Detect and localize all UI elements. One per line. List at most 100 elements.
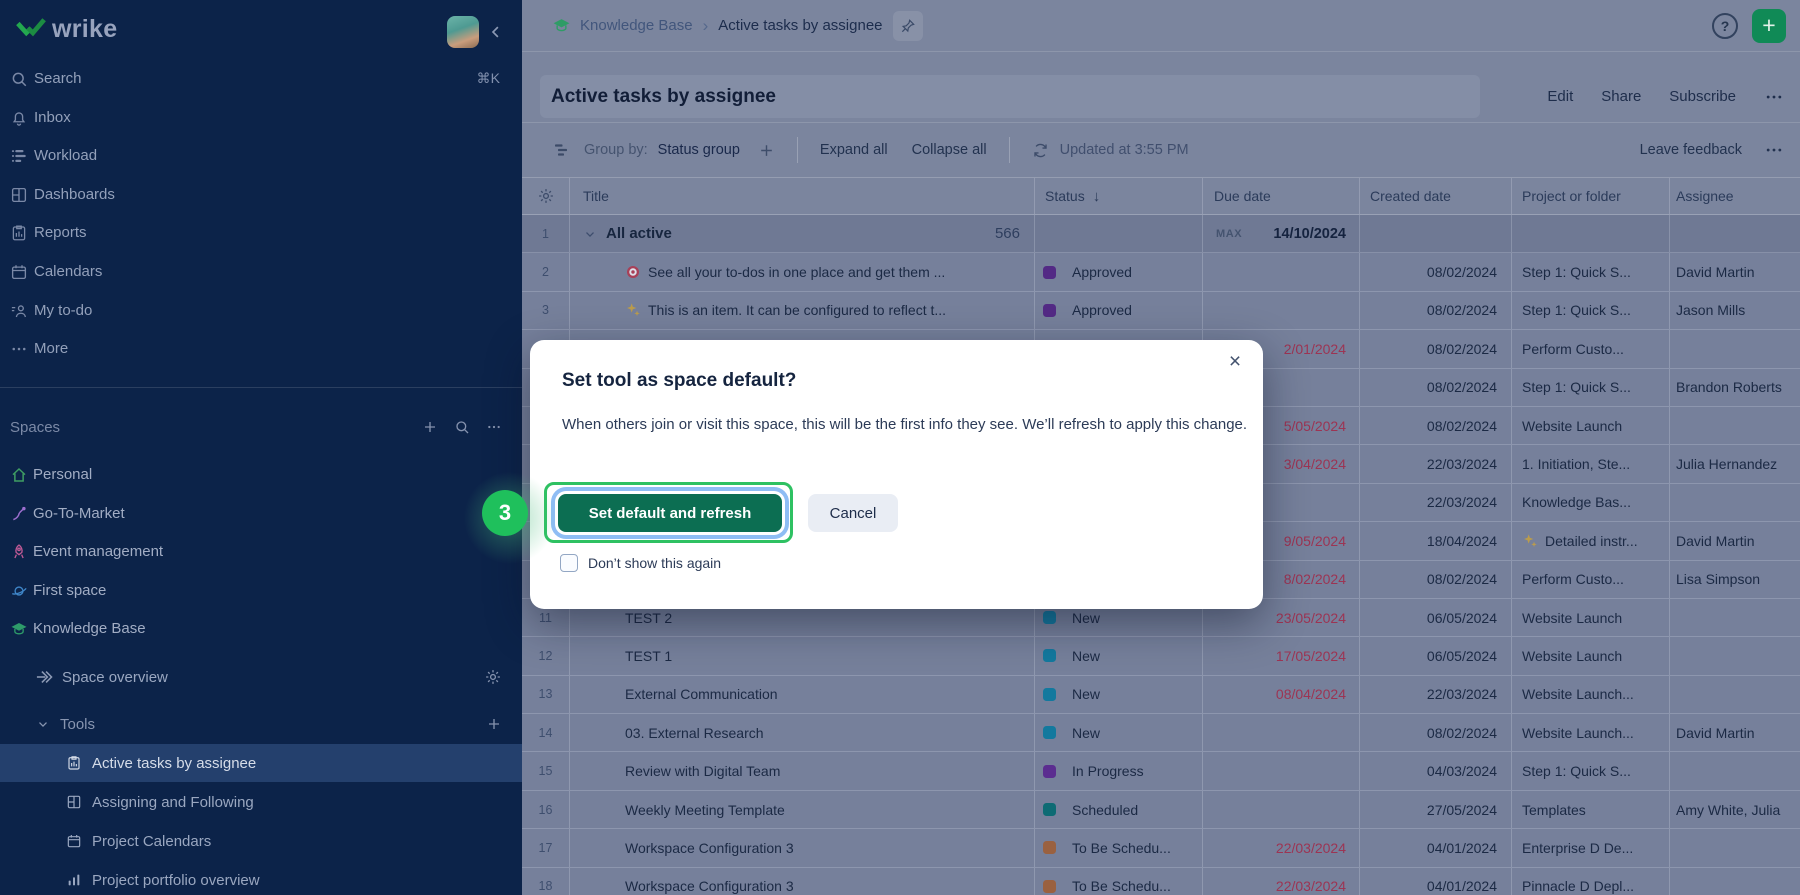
status-cell[interactable]: New bbox=[1035, 637, 1203, 674]
add-tool-icon[interactable] bbox=[486, 716, 502, 732]
assignee-cell[interactable]: David Martin bbox=[1670, 253, 1800, 290]
table-row[interactable]: 12TEST 1New17/05/202406/05/2024Website L… bbox=[522, 637, 1800, 675]
help-button[interactable]: ? bbox=[1712, 13, 1738, 39]
group-by-value[interactable]: Status group bbox=[658, 142, 740, 158]
sidebar-item-workload[interactable]: Workload bbox=[0, 136, 522, 175]
expand-all-button[interactable]: Expand all bbox=[820, 142, 888, 158]
table-row[interactable]: 1403. External ResearchNew08/02/2024Webs… bbox=[522, 714, 1800, 752]
table-group-row[interactable]: 1 All active 566 MAX 14/10/2024 bbox=[522, 215, 1800, 253]
project-cell[interactable]: Enterprise D De... bbox=[1512, 829, 1670, 866]
column-header-created-date[interactable]: Created date bbox=[1360, 178, 1512, 214]
created-date-cell[interactable]: 22/03/2024 bbox=[1360, 676, 1512, 713]
user-avatar[interactable] bbox=[447, 16, 479, 48]
project-cell[interactable]: Website Launch bbox=[1512, 637, 1670, 674]
assignee-cell[interactable]: Brandon Roberts bbox=[1670, 369, 1800, 406]
created-date-cell[interactable]: 08/02/2024 bbox=[1360, 330, 1512, 367]
project-cell[interactable]: Step 1: Quick S... bbox=[1512, 369, 1670, 406]
add-group-icon[interactable] bbox=[758, 142, 775, 159]
sidebar-space-knowledge-base[interactable]: Knowledge Base bbox=[0, 609, 522, 648]
due-date-cell[interactable]: 22/03/2024 bbox=[1203, 868, 1360, 895]
sidebar-item-assigning-and-following[interactable]: Assigning and Following bbox=[0, 783, 522, 821]
sidebar-item-search[interactable]: Search⌘K bbox=[0, 59, 522, 98]
breadcrumb-space-link[interactable]: Knowledge Base bbox=[580, 17, 693, 34]
refresh-icon[interactable] bbox=[1032, 142, 1049, 159]
table-row[interactable]: 15Review with Digital TeamIn Progress04/… bbox=[522, 752, 1800, 790]
created-date-cell[interactable]: 08/02/2024 bbox=[1360, 369, 1512, 406]
spaces-menu-icon[interactable] bbox=[486, 419, 502, 435]
due-date-cell[interactable]: 08/04/2024 bbox=[1203, 676, 1360, 713]
column-header-status[interactable]: Status↓ bbox=[1035, 178, 1203, 214]
assignee-cell[interactable]: Julia Hernandez bbox=[1670, 445, 1800, 482]
assignee-cell[interactable]: Jason Mills bbox=[1670, 292, 1800, 329]
table-row[interactable]: 2See all your to-dos in one place and ge… bbox=[522, 253, 1800, 291]
add-space-icon[interactable] bbox=[422, 419, 438, 435]
status-cell[interactable]: New bbox=[1035, 676, 1203, 713]
sidebar-space-first-space[interactable]: First space bbox=[0, 571, 522, 610]
task-title-cell[interactable]: 03. External Research bbox=[570, 714, 1035, 751]
project-cell[interactable]: Knowledge Bas... bbox=[1512, 484, 1670, 521]
created-date-cell[interactable]: 06/05/2024 bbox=[1360, 637, 1512, 674]
task-title-cell[interactable]: Workspace Configuration 3 bbox=[570, 868, 1035, 895]
created-date-cell[interactable]: 08/02/2024 bbox=[1360, 714, 1512, 751]
due-date-cell[interactable]: 22/03/2024 bbox=[1203, 829, 1360, 866]
gear-icon[interactable] bbox=[484, 668, 502, 686]
dont-show-again-checkbox[interactable] bbox=[560, 554, 578, 572]
project-cell[interactable]: 1. Initiation, Ste... bbox=[1512, 445, 1670, 482]
due-date-cell[interactable]: 17/05/2024 bbox=[1203, 637, 1360, 674]
sidebar-item-project-portfolio-overview[interactable]: Project portfolio overview bbox=[0, 861, 522, 895]
task-title-cell[interactable]: Weekly Meeting Template bbox=[570, 791, 1035, 828]
sidebar-item-calendars[interactable]: Calendars bbox=[0, 252, 522, 291]
created-date-cell[interactable]: 27/05/2024 bbox=[1360, 791, 1512, 828]
project-cell[interactable]: Templates bbox=[1512, 791, 1670, 828]
task-title-cell[interactable]: Workspace Configuration 3 bbox=[570, 829, 1035, 866]
table-row[interactable]: 3This is an item. It can be configured t… bbox=[522, 292, 1800, 330]
assignee-cell[interactable]: David Martin bbox=[1670, 522, 1800, 559]
created-date-cell[interactable]: 08/02/2024 bbox=[1360, 407, 1512, 444]
sidebar-item-dashboards[interactable]: Dashboards bbox=[0, 175, 522, 214]
collapse-sidebar-icon[interactable] bbox=[487, 23, 505, 41]
sidebar-item-reports[interactable]: Reports bbox=[0, 213, 522, 252]
toolbar-more-icon[interactable] bbox=[1764, 140, 1784, 160]
sidebar-item-inbox[interactable]: Inbox bbox=[0, 98, 522, 137]
create-button[interactable]: + bbox=[1752, 9, 1786, 43]
status-cell[interactable]: Approved bbox=[1035, 253, 1203, 290]
column-header-due-date[interactable]: Due date bbox=[1203, 178, 1360, 214]
created-date-cell[interactable]: 22/03/2024 bbox=[1360, 484, 1512, 521]
subscribe-button[interactable]: Subscribe bbox=[1669, 88, 1736, 105]
project-cell[interactable]: Pinnacle D Depl... bbox=[1512, 868, 1670, 895]
table-row[interactable]: 18Workspace Configuration 3To Be Schedu.… bbox=[522, 868, 1800, 895]
assignee-cell[interactable]: Lisa Simpson bbox=[1670, 561, 1800, 598]
table-row[interactable]: 13External CommunicationNew08/04/202422/… bbox=[522, 676, 1800, 714]
project-cell[interactable]: Website Launch bbox=[1512, 407, 1670, 444]
table-row[interactable]: 17Workspace Configuration 3To Be Schedu.… bbox=[522, 829, 1800, 867]
project-cell[interactable]: Website Launch... bbox=[1512, 676, 1670, 713]
status-cell[interactable]: New bbox=[1035, 714, 1203, 751]
created-date-cell[interactable]: 22/03/2024 bbox=[1360, 445, 1512, 482]
sidebar-space-go-to-market[interactable]: Go-To-Market bbox=[0, 494, 522, 533]
cancel-button[interactable]: Cancel bbox=[808, 494, 898, 532]
project-cell[interactable]: Detailed instr... bbox=[1512, 522, 1670, 559]
collapse-all-button[interactable]: Collapse all bbox=[912, 142, 987, 158]
task-title-cell[interactable]: TEST 1 bbox=[570, 637, 1035, 674]
page-title-input[interactable]: Active tasks by assignee bbox=[540, 75, 1480, 118]
task-title-cell[interactable]: External Communication bbox=[570, 676, 1035, 713]
assignee-cell[interactable]: Amy White, Julia bbox=[1670, 791, 1800, 828]
task-title-cell[interactable]: Review with Digital Team bbox=[570, 752, 1035, 789]
project-cell[interactable]: Website Launch bbox=[1512, 599, 1670, 636]
sidebar-item-project-calendars[interactable]: Project Calendars bbox=[0, 822, 522, 860]
created-date-cell[interactable]: 04/01/2024 bbox=[1360, 868, 1512, 895]
close-icon[interactable]: × bbox=[1221, 348, 1249, 376]
table-settings-cell[interactable] bbox=[522, 178, 570, 214]
created-date-cell[interactable]: 08/02/2024 bbox=[1360, 292, 1512, 329]
column-header-project-or-folder[interactable]: Project or folder bbox=[1512, 178, 1670, 214]
share-button[interactable]: Share bbox=[1601, 88, 1641, 105]
edit-button[interactable]: Edit bbox=[1547, 88, 1573, 105]
created-date-cell[interactable]: 08/02/2024 bbox=[1360, 561, 1512, 598]
status-cell[interactable]: Scheduled bbox=[1035, 791, 1203, 828]
status-cell[interactable]: In Progress bbox=[1035, 752, 1203, 789]
table-row[interactable]: 16Weekly Meeting TemplateScheduled27/05/… bbox=[522, 791, 1800, 829]
status-cell[interactable]: To Be Schedu... bbox=[1035, 829, 1203, 866]
sidebar-item-my-todo[interactable]: My to-do bbox=[0, 291, 522, 330]
group-title-cell[interactable]: All active 566 bbox=[570, 215, 1035, 252]
created-date-cell[interactable]: 08/02/2024 bbox=[1360, 253, 1512, 290]
